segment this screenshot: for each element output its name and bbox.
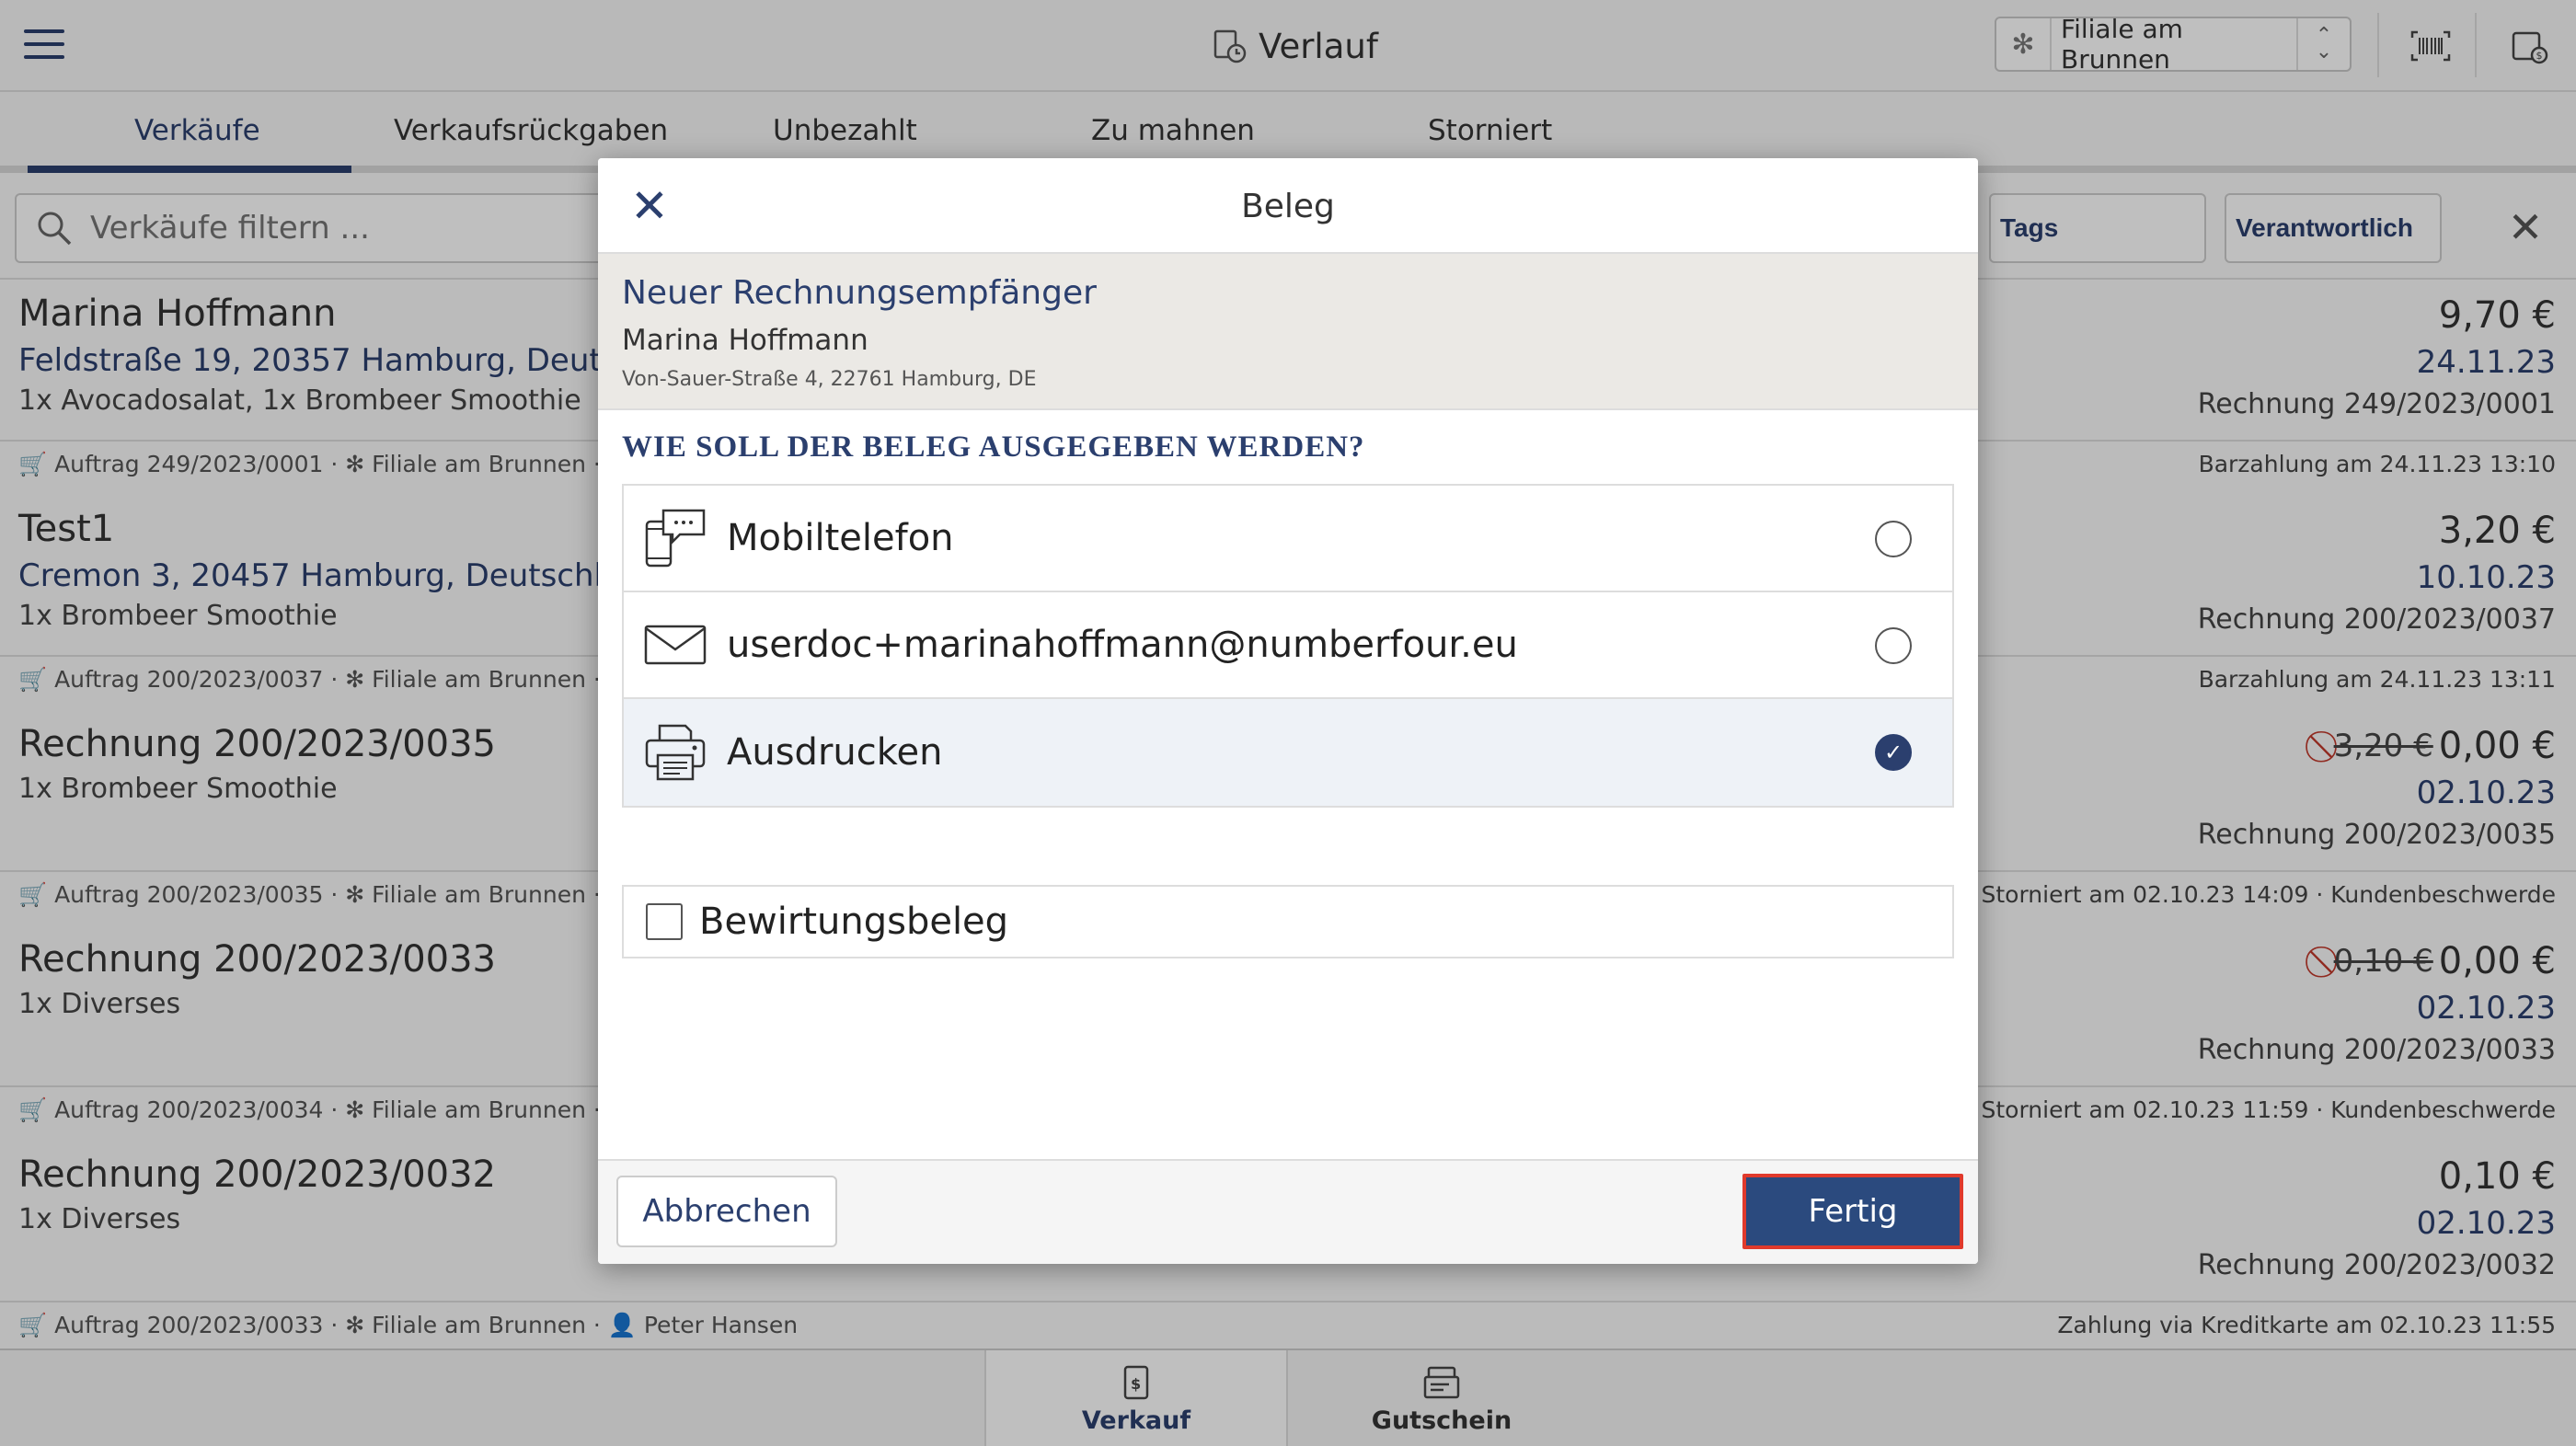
radio-button[interactable] bbox=[1875, 521, 1912, 557]
output-options: Mobiltelefon userdoc+marinahoffmann@numb… bbox=[622, 484, 1954, 808]
radio-button[interactable] bbox=[1875, 627, 1912, 664]
recipient-name: Marina Hoffmann bbox=[622, 324, 868, 357]
option-label: Mobiltelefon bbox=[727, 517, 954, 559]
option-label: userdoc+marinahoffmann@numberfour.eu bbox=[727, 624, 1518, 666]
checkbox[interactable] bbox=[646, 903, 683, 940]
dialog-header: ✕ Beleg bbox=[598, 158, 1978, 254]
dialog-title: Beleg bbox=[1241, 188, 1335, 225]
checkbox-label: Bewirtungsbeleg bbox=[699, 901, 1009, 943]
recipient-title: Neuer Rechnungsempfänger bbox=[622, 274, 1097, 312]
recipient-panel: Neuer Rechnungsempfänger Marina Hoffmann… bbox=[598, 254, 1978, 410]
output-question: WIE SOLL DER BELEG AUSGEGEBEN WERDEN? bbox=[622, 430, 1365, 464]
option-label: Ausdrucken bbox=[727, 731, 943, 774]
recipient-address: Von-Sauer-Straße 4, 22761 Hamburg, DE bbox=[622, 368, 1037, 391]
option-mobiltelefon[interactable]: Mobiltelefon bbox=[624, 486, 1952, 592]
option-ausdrucken[interactable]: Ausdrucken ✓ bbox=[624, 699, 1952, 806]
envelope-icon bbox=[637, 613, 714, 677]
option-email[interactable]: userdoc+marinahoffmann@numberfour.eu bbox=[624, 592, 1952, 699]
receipt-dialog: ✕ Beleg Neuer Rechnungsempfänger Marina … bbox=[598, 158, 1978, 1264]
done-button[interactable]: Fertig bbox=[1742, 1174, 1963, 1249]
dialog-footer: Abbrechen Fertig bbox=[598, 1159, 1978, 1264]
cancel-button[interactable]: Abbrechen bbox=[616, 1176, 837, 1247]
printer-icon bbox=[637, 720, 714, 785]
bewirtungsbeleg-option[interactable]: Bewirtungsbeleg bbox=[622, 885, 1954, 958]
radio-button-checked[interactable]: ✓ bbox=[1875, 734, 1912, 771]
app: Verlauf ✻ Filiale am Brunnen ⌃ ⌄ $ Verkäu… bbox=[0, 0, 2576, 1446]
mobile-chat-icon bbox=[637, 506, 714, 570]
